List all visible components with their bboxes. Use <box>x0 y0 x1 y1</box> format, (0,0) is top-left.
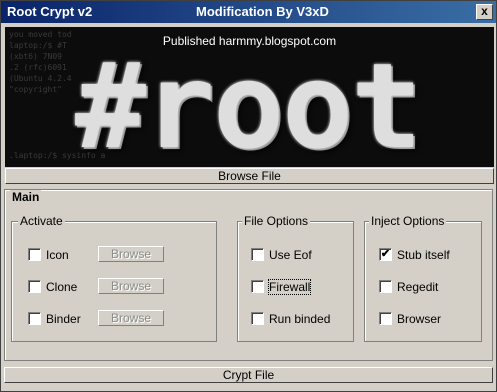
modification-credit: Modification By V3xD <box>196 4 329 19</box>
activate-group-title: Activate <box>18 214 65 228</box>
close-button[interactable]: x <box>476 4 493 20</box>
binder-checkbox[interactable] <box>28 312 41 325</box>
file-options-group-title: File Options <box>242 214 311 228</box>
app-title: Root Crypt v2 <box>7 4 93 19</box>
clone-checkbox[interactable] <box>28 280 41 293</box>
main-group-title: Main <box>10 190 42 204</box>
icon-browse-button[interactable]: Browse <box>98 246 164 262</box>
icon-label: Icon <box>46 248 69 262</box>
use-eof-checkbox[interactable] <box>251 248 264 261</box>
firewall-checkbox[interactable] <box>251 280 264 293</box>
firewall-label: Firewall <box>267 279 312 295</box>
clone-label: Clone <box>46 280 78 294</box>
title-bar[interactable]: Root Crypt v2 Modification By V3xD x <box>1 1 496 23</box>
browse-file-button[interactable]: Browse File <box>5 168 494 184</box>
root-logo: #root <box>75 37 422 167</box>
stub-itself-checkbox[interactable]: ✔ <box>379 248 392 261</box>
binder-browse-button[interactable]: Browse <box>98 310 164 326</box>
run-binded-checkbox[interactable] <box>251 312 264 325</box>
run-binded-label: Run binded <box>269 312 331 326</box>
crypt-file-button[interactable]: Crypt File <box>4 367 493 383</box>
regedit-checkbox[interactable] <box>379 280 392 293</box>
stub-itself-label: Stub itself <box>397 248 450 262</box>
binder-label: Binder <box>46 312 81 326</box>
published-text: Published harmmy.blogspot.com <box>162 34 337 48</box>
browser-checkbox[interactable] <box>379 312 392 325</box>
regedit-label: Regedit <box>397 280 439 294</box>
browser-label: Browser <box>397 312 442 326</box>
inject-options-group-title: Inject Options <box>369 214 447 228</box>
use-eof-label: Use Eof <box>269 248 312 262</box>
banner-image: you moved tod laptop:/$ #T (xbt6) 7N09 .… <box>5 27 494 167</box>
icon-checkbox[interactable] <box>28 248 41 261</box>
clone-browse-button[interactable]: Browse <box>98 278 164 294</box>
